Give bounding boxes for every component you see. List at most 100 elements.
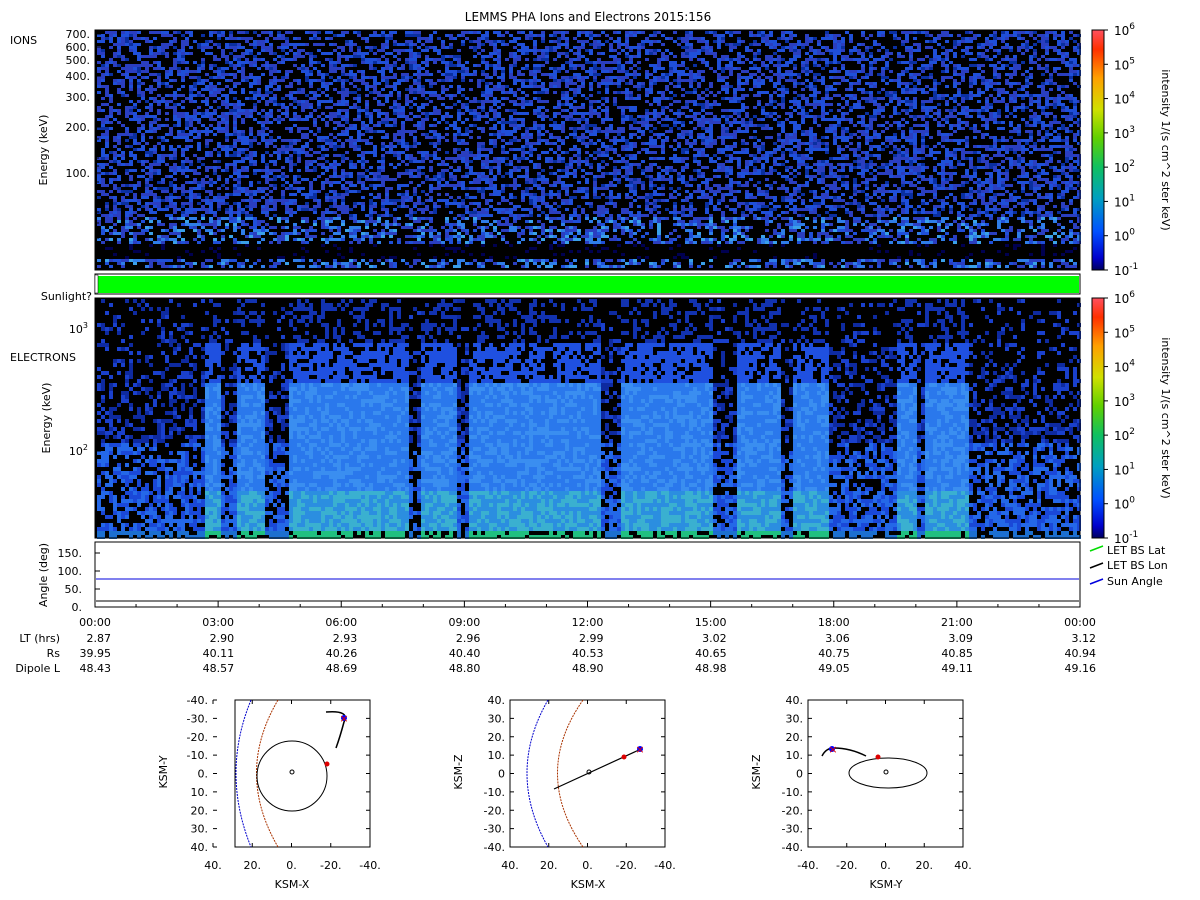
- ephemeris-value: 48.69: [326, 662, 358, 675]
- marker-x-yz: ×: [828, 743, 837, 756]
- ephemeris-value: 40.40: [449, 647, 481, 660]
- ephemeris-value: 2.90: [210, 632, 235, 645]
- orbit2-xlabel: KSM-X: [571, 878, 606, 891]
- orbit-plot-xy: -40. -30. -20. -10. 0. 10. 20. 30. 40. 40. 20. 0. -2…: [157, 694, 381, 891]
- sunlight-fill: [97, 276, 1079, 293]
- orbit-ytick-label: 30.: [191, 823, 209, 836]
- orbit-ytick-label: 0.: [198, 768, 209, 781]
- electrons-colorbar-tick: 100: [1114, 496, 1135, 512]
- ions-panel-name: IONS: [10, 34, 37, 47]
- orbit-ytick-label: -40.: [782, 841, 803, 854]
- ions-colorbar-tick: 100: [1114, 228, 1135, 244]
- ephemeris-row-label: Rs: [47, 647, 61, 660]
- angle-ytick-100: 100.: [58, 565, 83, 578]
- angle-ytick-50: 50.: [65, 583, 83, 596]
- orbit-ytick-label: -20.: [187, 731, 208, 744]
- electrons-spectrogram: [94, 297, 1081, 539]
- orbit-ytick-label: -30.: [187, 712, 208, 725]
- orbit-xtick-label: -40.: [359, 859, 380, 872]
- ephemeris-value: 48.98: [695, 662, 727, 675]
- ephemeris-value: 40.65: [695, 647, 727, 660]
- ions-ytick-label: 400.: [66, 70, 91, 83]
- electrons-colorbar-tick: 104: [1114, 359, 1135, 375]
- ions-colorbar-tick: 105: [1114, 56, 1135, 72]
- electrons-colorbar-tick: 103: [1114, 393, 1135, 409]
- ephemeris-value: 3.09: [948, 632, 973, 645]
- ephemeris-row-label: LT (hrs): [19, 632, 60, 645]
- orbit-xtick-label: -40.: [654, 859, 675, 872]
- orbit-xtick-label: -20.: [616, 859, 637, 872]
- legend-sun-angle: Sun Angle: [1107, 575, 1163, 588]
- ephemeris-table: LT (hrs) 2.87 2.90 2.93 2.96 2.99 3.02 3.06 3.09…: [15, 632, 1096, 675]
- orbit-xtick-label: -40.: [797, 859, 818, 872]
- ions-colorbar-tick: 104: [1114, 91, 1135, 107]
- ions-ytick-label: 600.: [66, 41, 91, 54]
- electrons-colorbar-tick: 105: [1114, 324, 1135, 340]
- ions-colorbar-tick: 106: [1114, 22, 1135, 38]
- legend-let-bs-lat: LET BS Lat: [1107, 544, 1166, 557]
- orbit-ytick-label: 40.: [191, 841, 209, 854]
- orbit2-ylabel: KSM-Z: [452, 754, 465, 790]
- orbit-ytick-label: 30.: [488, 712, 506, 725]
- ephemeris-value: 3.02: [702, 632, 727, 645]
- orbit-ytick-label: -10.: [187, 749, 208, 762]
- electrons-ytick-1000: 103: [69, 321, 88, 336]
- orbit-xtick-label: 40.: [954, 859, 972, 872]
- ephemeris-value: 3.06: [825, 632, 850, 645]
- ions-ytick-label: 300.: [66, 91, 91, 104]
- ephemeris-value: 40.53: [572, 647, 604, 660]
- ions-colorbar-tick: 102: [1114, 159, 1135, 175]
- orbit-ytick-label: 10.: [786, 749, 804, 762]
- orbit-ytick-label: 20.: [488, 731, 506, 744]
- lemms-summary-figure: LEMMS PHA Ions and Electrons 2015:156 IO…: [10, 10, 1172, 891]
- electrons-ylabel: Energy (keV): [40, 383, 53, 454]
- marker-x-xy: ×: [339, 712, 348, 725]
- legend-let-bs-lon: LET BS Lon: [1107, 559, 1168, 572]
- ephemeris-value: 2.96: [456, 632, 481, 645]
- angle-y-axis: 150. 100. 50. 0.: [58, 547, 100, 614]
- ephemeris-row-label: Dipole L: [15, 662, 61, 675]
- time-tick-label: 15:00: [695, 616, 727, 629]
- ephemeris-value: 2.87: [87, 632, 112, 645]
- ions-colorbar-label: intensity 1/(s cm^2 ster keV): [1159, 69, 1172, 230]
- ephemeris-value: 49.05: [818, 662, 850, 675]
- ephemeris-value: 48.57: [203, 662, 235, 675]
- ions-colorbar-tick: 103: [1114, 125, 1135, 141]
- ions-ylabel: Energy (keV): [37, 115, 50, 186]
- ephemeris-value: 48.90: [572, 662, 604, 675]
- angle-ytick-0: 0.: [72, 601, 83, 614]
- orbit-ytick-label: 10.: [191, 786, 209, 799]
- figure-title: LEMMS PHA Ions and Electrons 2015:156: [465, 10, 711, 24]
- ephemeris-value: 40.75: [818, 647, 850, 660]
- orbit-ytick-label: -40.: [484, 841, 505, 854]
- ions-ytick-label: 700.: [66, 28, 91, 41]
- time-tick-label: 03:00: [202, 616, 234, 629]
- electrons-panel-name: ELECTRONS: [10, 351, 76, 364]
- electrons-colorbar-tick: 106: [1114, 290, 1135, 306]
- sunlight-bar: [94, 273, 1081, 295]
- time-tick-label: 00:00: [1064, 616, 1096, 629]
- orbit-xtick-label: 0.: [880, 859, 891, 872]
- angle-ylabel: Angle (deg): [37, 543, 50, 607]
- ions-colorbar-tick: 101: [1114, 193, 1135, 209]
- orbit-ytick-label: 20.: [786, 731, 804, 744]
- electrons-colorbar-tick: 101: [1114, 461, 1135, 477]
- ephemeris-value: 48.43: [80, 662, 112, 675]
- time-tick-label: 18:00: [818, 616, 850, 629]
- orbit1-ylabel: KSM-Y: [157, 755, 170, 788]
- orbit-ytick-label: -30.: [782, 823, 803, 836]
- ephemeris-value: 40.85: [941, 647, 973, 660]
- sunlight-label: Sunlight?: [41, 290, 92, 303]
- orbit3-xlabel: KSM-Y: [869, 878, 902, 891]
- electrons-colorbar: 10610510410310210110010-1 intensity 1/(s…: [1091, 290, 1172, 546]
- orbit-plot-yz: 40. 30. 20. 10. 0 -10. -20. -30. -40. -40. -20. 0. 2…: [750, 694, 972, 891]
- ephemeris-value: 40.26: [326, 647, 358, 660]
- time-tick-label: 06:00: [325, 616, 357, 629]
- ephemeris-value: 49.16: [1065, 662, 1097, 675]
- marker-red-xz: [621, 754, 627, 760]
- ephemeris-value: 3.12: [1072, 632, 1097, 645]
- ions-colorbar: 106 105 104 103 102 101 100 10-1 intensity 1/(s…: [1091, 22, 1172, 278]
- angle-panel: [94, 541, 1081, 608]
- orbit-ytick-label: 0: [498, 768, 505, 781]
- ions-ytick-label: 500.: [66, 54, 91, 67]
